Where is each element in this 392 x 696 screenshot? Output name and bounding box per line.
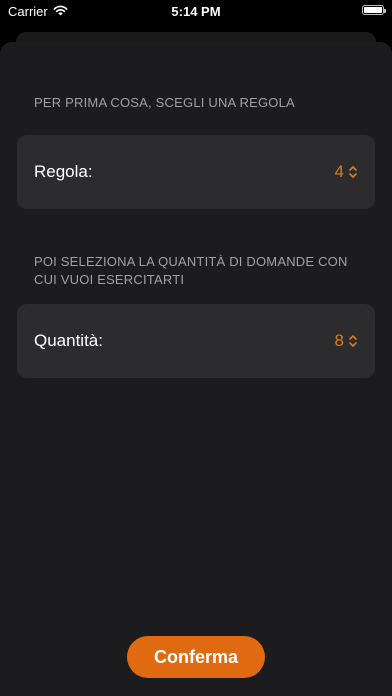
screen: Carrier 5:14 PM PER PRIMA COSA, SCEGLI U… [0,0,392,696]
quantity-picker-value-group: 8 [335,331,358,351]
quantity-picker-label: Quantità: [34,331,103,350]
modal-sheet: PER PRIMA COSA, SCEGLI UNA REGOLA Regola… [0,42,392,696]
battery-icon [362,5,386,15]
status-bar: Carrier 5:14 PM [0,0,392,24]
chevron-up-down-icon [349,335,357,347]
rule-picker[interactable]: Regola: 4 [17,135,375,209]
quantity-section-header: POI SELEZIONA LA QUANTITÀ DI DOMANDE CON… [34,254,348,287]
rule-picker-value: 4 [334,162,344,181]
rule-picker-label: Regola: [34,162,93,181]
quantity-picker[interactable]: Quantità: 8 [17,304,375,378]
rule-section-header: PER PRIMA COSA, SCEGLI UNA REGOLA [34,95,295,110]
quantity-picker-value: 8 [334,331,344,350]
chevron-up-down-icon [349,166,357,178]
status-time: 5:14 PM [171,4,221,19]
rule-picker-value-group: 4 [335,162,358,182]
confirm-button[interactable]: Conferma [127,636,265,678]
